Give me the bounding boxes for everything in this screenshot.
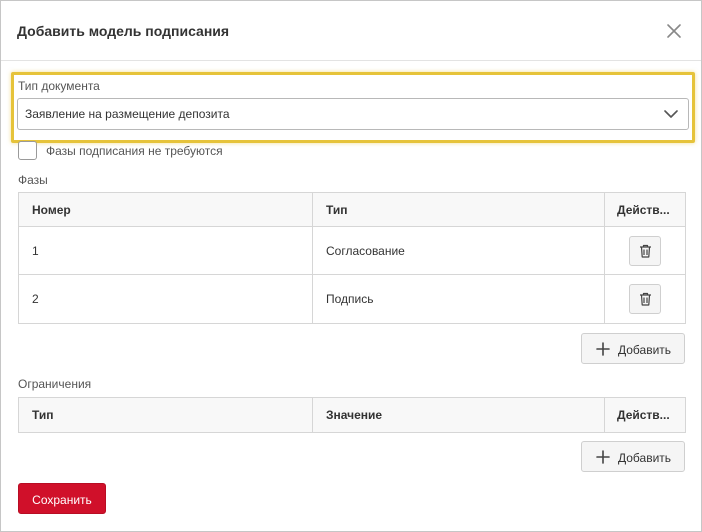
add-signing-model-dialog: Добавить модель подписания Тип документа… xyxy=(0,0,702,532)
delete-phase-button[interactable] xyxy=(629,284,661,314)
document-type-field-highlight: Тип документа Заявление на размещение де… xyxy=(11,72,695,143)
save-button-label: Сохранить xyxy=(32,493,92,507)
column-header-actions[interactable]: Действ... xyxy=(605,398,685,432)
phases-section-label: Фазы xyxy=(18,173,48,187)
phases-table-header: Номер Тип Действ... xyxy=(19,193,685,227)
restrictions-table-header: Тип Значение Действ... xyxy=(19,398,685,432)
phase-number-cell: 1 xyxy=(19,227,313,274)
phase-actions-cell xyxy=(605,227,685,274)
document-type-label: Тип документа xyxy=(18,79,100,93)
column-header-type[interactable]: Тип xyxy=(19,398,313,432)
table-row[interactable]: 2 Подпись xyxy=(19,275,685,323)
phase-type-cell: Подпись xyxy=(313,275,605,323)
phases-table: Номер Тип Действ... 1 Согласование 2 Под… xyxy=(18,192,686,324)
column-header-actions[interactable]: Действ... xyxy=(605,193,685,226)
plus-icon xyxy=(596,450,610,464)
document-type-select[interactable]: Заявление на размещение депозита xyxy=(17,98,689,130)
no-phases-checkbox-label[interactable]: Фазы подписания не требуются xyxy=(46,144,223,158)
column-header-type[interactable]: Тип xyxy=(313,193,605,226)
phase-number-cell: 2 xyxy=(19,275,313,323)
close-icon xyxy=(667,24,681,38)
dialog-header: Добавить модель подписания xyxy=(1,1,701,61)
add-phase-button[interactable]: Добавить xyxy=(581,333,685,364)
add-phase-button-label: Добавить xyxy=(618,343,672,357)
phase-type-cell: Согласование xyxy=(313,227,605,274)
save-button[interactable]: Сохранить xyxy=(18,483,106,514)
trash-icon xyxy=(639,244,651,258)
close-button[interactable] xyxy=(663,20,685,42)
column-header-number[interactable]: Номер xyxy=(19,193,313,226)
phase-actions-cell xyxy=(605,275,685,323)
plus-icon xyxy=(596,342,610,356)
column-header-value[interactable]: Значение xyxy=(313,398,605,432)
add-restriction-button-label: Добавить xyxy=(618,451,672,465)
table-row[interactable]: 1 Согласование xyxy=(19,227,685,275)
restrictions-table: Тип Значение Действ... xyxy=(18,397,686,433)
restrictions-section-label: Ограничения xyxy=(18,377,92,391)
dialog-title: Добавить модель подписания xyxy=(17,23,230,39)
chevron-down-icon[interactable] xyxy=(664,109,678,119)
add-restriction-button[interactable]: Добавить xyxy=(581,441,685,472)
delete-phase-button[interactable] xyxy=(629,235,661,266)
no-phases-checkbox[interactable] xyxy=(18,141,37,160)
document-type-value: Заявление на размещение депозита xyxy=(25,107,230,121)
trash-icon xyxy=(639,292,651,306)
